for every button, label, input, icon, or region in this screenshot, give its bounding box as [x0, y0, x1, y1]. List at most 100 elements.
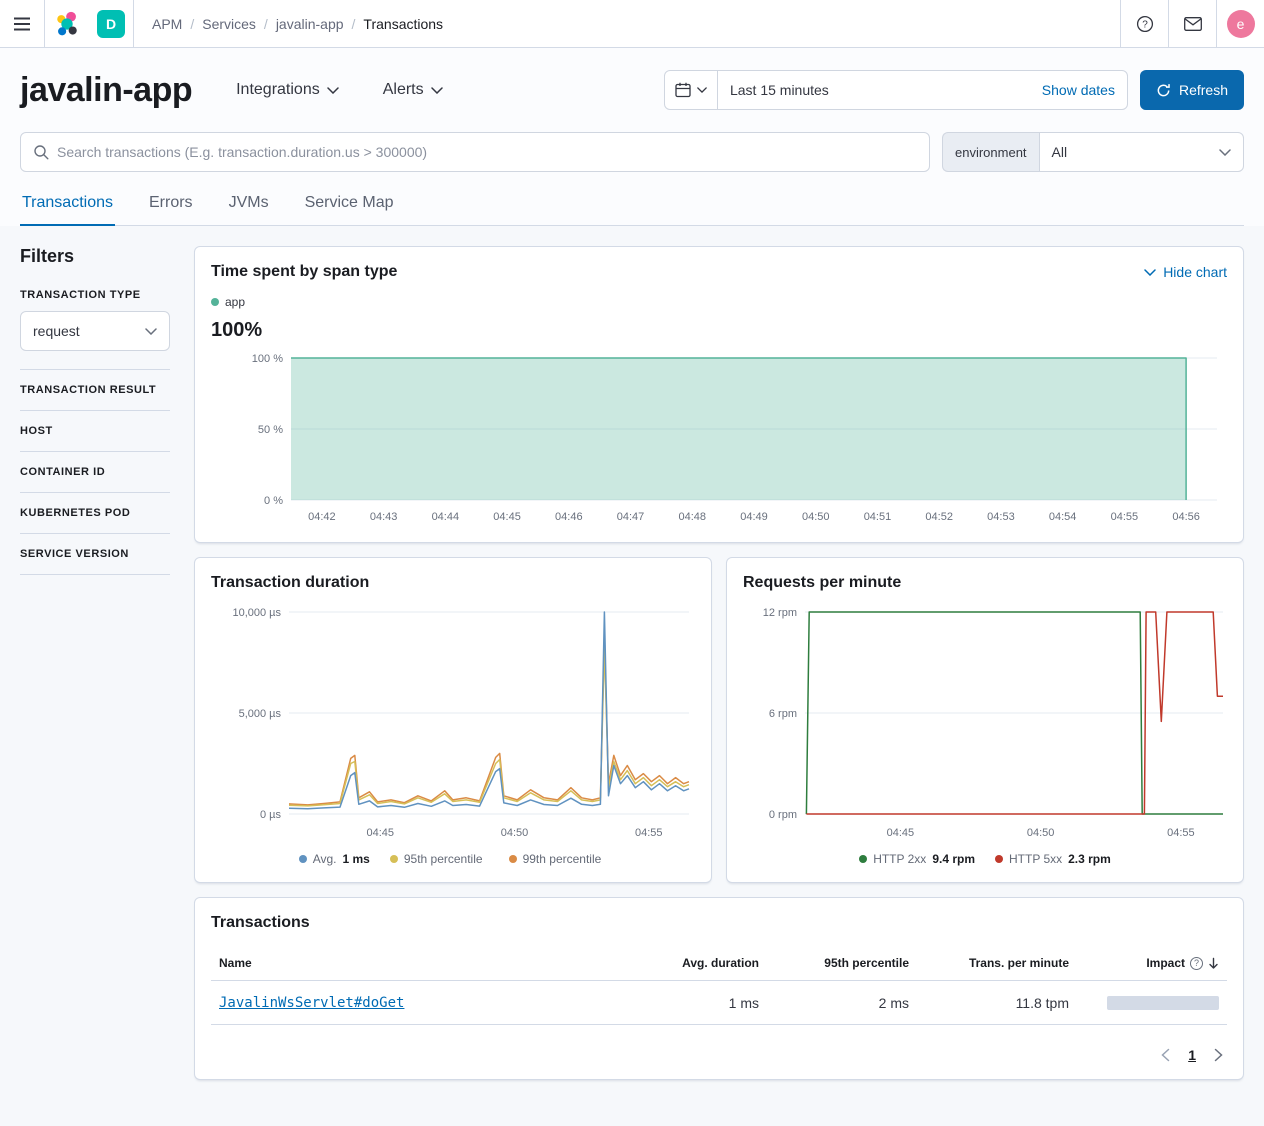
- alerts-menu[interactable]: Alerts: [383, 81, 443, 99]
- rpm-legend: HTTP 2xx 9.4 rpm HTTP 5xx 2.3 rpm: [743, 852, 1227, 866]
- svg-text:10,000 µs: 10,000 µs: [232, 607, 281, 619]
- span-type-big-value: 100%: [211, 319, 1227, 342]
- chevron-down-icon: [697, 87, 707, 93]
- filters-heading: Filters: [20, 246, 170, 267]
- p95-value: 2 ms: [767, 981, 917, 1025]
- hide-chart-label: Hide chart: [1163, 264, 1227, 280]
- svg-text:04:54: 04:54: [1049, 511, 1077, 523]
- newsfeed-button[interactable]: [1168, 0, 1216, 47]
- svg-text:04:45: 04:45: [887, 827, 915, 839]
- svg-text:6 rpm: 6 rpm: [769, 708, 797, 720]
- elastic-logo[interactable]: [45, 0, 89, 47]
- duration-card-title: Transaction duration: [211, 574, 695, 592]
- breadcrumb-current: Transactions: [363, 16, 443, 32]
- alerts-label: Alerts: [383, 81, 424, 99]
- transaction-type-value: request: [33, 323, 80, 339]
- svg-text:04:55: 04:55: [1167, 827, 1195, 839]
- transactions-table-title: Transactions: [211, 914, 1227, 932]
- quick-select-menu[interactable]: [665, 71, 718, 109]
- impact-info-icon[interactable]: ?: [1190, 957, 1203, 970]
- filter-section-transaction-result[interactable]: TRANSACTION RESULT: [20, 369, 170, 410]
- integrations-menu[interactable]: Integrations: [236, 81, 339, 99]
- service-tabs: Transactions Errors JVMs Service Map: [20, 194, 1244, 226]
- mail-icon: [1184, 17, 1202, 31]
- transaction-type-label: TRANSACTION TYPE: [20, 289, 170, 301]
- avatar[interactable]: e: [1227, 10, 1255, 38]
- svg-text:04:52: 04:52: [925, 511, 953, 523]
- transaction-name-link[interactable]: JavalinWsServlet#doGet: [219, 995, 404, 1011]
- tab-service-map[interactable]: Service Map: [303, 194, 396, 225]
- svg-text:04:42: 04:42: [308, 511, 336, 523]
- legend-dot-p99: [509, 855, 517, 863]
- legend-dot-http2xx: [859, 855, 867, 863]
- filter-section-container-id[interactable]: CONTAINER ID: [20, 451, 170, 492]
- legend-dot-http5xx: [995, 855, 1003, 863]
- next-page-button[interactable]: [1214, 1048, 1223, 1062]
- search-box: [20, 132, 930, 172]
- refresh-button[interactable]: Refresh: [1140, 70, 1244, 110]
- svg-text:5,000 µs: 5,000 µs: [239, 708, 282, 720]
- svg-text:04:45: 04:45: [493, 511, 521, 523]
- tpm-value: 11.8 tpm: [917, 981, 1077, 1025]
- environment-select[interactable]: All: [1039, 132, 1244, 172]
- breadcrumb-service-name[interactable]: javalin-app: [276, 16, 344, 32]
- chevron-down-icon: [431, 87, 443, 94]
- page-title: javalin-app: [20, 71, 192, 110]
- search-icon: [33, 144, 49, 160]
- filter-section-service-version[interactable]: SERVICE VERSION: [20, 533, 170, 574]
- space-badge[interactable]: D: [97, 10, 125, 38]
- filter-section-kubernetes-pod[interactable]: KUBERNETES POD: [20, 492, 170, 533]
- chevron-down-icon: [1219, 149, 1231, 156]
- page-number[interactable]: 1: [1188, 1047, 1196, 1063]
- table-row: JavalinWsServlet#doGet 1 ms 2 ms 11.8 tp…: [211, 981, 1227, 1025]
- sort-descending-icon: [1208, 957, 1219, 970]
- environment-label: environment: [942, 132, 1039, 172]
- column-header-tpm: Trans. per minute: [917, 946, 1077, 981]
- chevron-down-icon: [327, 87, 339, 94]
- column-header-impact[interactable]: Impact ?: [1077, 946, 1227, 981]
- chevron-down-icon: [145, 328, 157, 335]
- svg-text:04:55: 04:55: [1111, 511, 1139, 523]
- svg-text:?: ?: [1142, 19, 1148, 30]
- breadcrumb-separator: /: [352, 16, 356, 32]
- time-range-value[interactable]: Last 15 minutes: [718, 82, 1042, 98]
- breadcrumb-apm[interactable]: APM: [152, 16, 182, 32]
- legend-item-http5xx: HTTP 5xx 2.3 rpm: [995, 852, 1111, 866]
- svg-text:04:44: 04:44: [432, 511, 460, 523]
- column-header-p95: 95th percentile: [767, 946, 917, 981]
- legend-dot-avg: [299, 855, 307, 863]
- legend-item-p99: 99th percentile: [509, 852, 608, 866]
- filter-section-host[interactable]: HOST: [20, 410, 170, 451]
- time-spent-by-span-type-card: Time spent by span type Hide chart app 1…: [194, 246, 1244, 543]
- breadcrumb-services[interactable]: Services: [202, 16, 256, 32]
- space-switcher[interactable]: D: [89, 0, 133, 47]
- previous-page-button[interactable]: [1161, 1048, 1170, 1062]
- breadcrumb-separator: /: [190, 16, 194, 32]
- help-button[interactable]: ?: [1120, 0, 1168, 47]
- hide-chart-link[interactable]: Hide chart: [1144, 264, 1227, 280]
- user-menu-button[interactable]: e: [1216, 0, 1264, 47]
- legend-item-http2xx: HTTP 2xx 9.4 rpm: [859, 852, 975, 866]
- svg-text:12 rpm: 12 rpm: [763, 607, 797, 619]
- svg-text:04:50: 04:50: [1027, 827, 1055, 839]
- svg-text:04:45: 04:45: [367, 827, 395, 839]
- search-transactions-input[interactable]: [57, 144, 917, 160]
- calendar-icon: [675, 82, 691, 98]
- legend-item-avg: Avg. 1 ms: [299, 852, 370, 866]
- pagination: 1: [211, 1047, 1227, 1063]
- svg-text:04:56: 04:56: [1172, 511, 1200, 523]
- transaction-type-select[interactable]: request: [20, 311, 170, 351]
- tab-errors[interactable]: Errors: [147, 194, 195, 225]
- svg-text:04:49: 04:49: [740, 511, 768, 523]
- svg-text:04:46: 04:46: [555, 511, 583, 523]
- transaction-duration-chart: 0 µs5,000 µs10,000 µs04:4504:5004:55: [211, 602, 695, 842]
- svg-text:0 %: 0 %: [264, 495, 283, 507]
- tab-jvms[interactable]: JVMs: [227, 194, 271, 225]
- legend-dot-p95: [390, 855, 398, 863]
- tab-transactions[interactable]: Transactions: [20, 194, 115, 226]
- svg-text:04:47: 04:47: [617, 511, 645, 523]
- hamburger-menu-icon[interactable]: [0, 0, 44, 47]
- span-type-card-title: Time spent by span type: [211, 263, 397, 281]
- requests-per-minute-chart: 0 rpm6 rpm12 rpm04:4504:5004:55: [743, 602, 1227, 842]
- show-dates-link[interactable]: Show dates: [1042, 82, 1127, 98]
